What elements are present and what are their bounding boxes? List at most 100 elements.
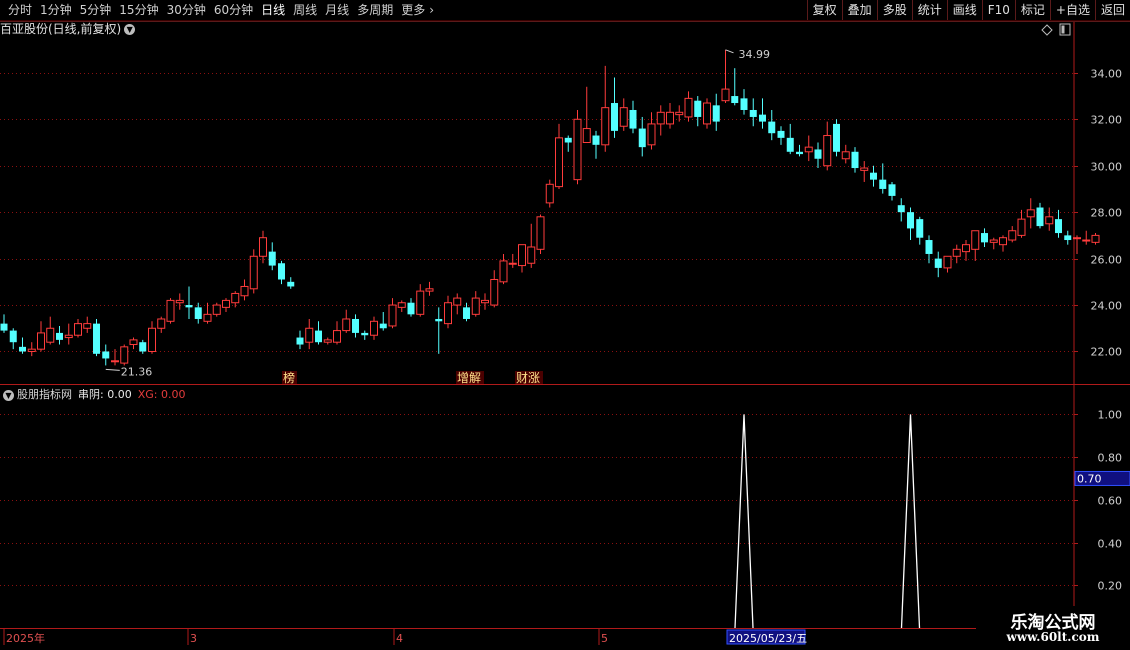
candlestick <box>499 253 508 285</box>
candlestick <box>444 295 452 329</box>
candlestick <box>1082 230 1091 245</box>
price-tick-label: 26.00 <box>1091 254 1123 267</box>
indicator-tick-label: 0.80 <box>1098 452 1123 465</box>
candlestick <box>222 298 230 313</box>
candlestick <box>148 321 156 354</box>
chevron-down-icon[interactable]: ▼ <box>124 23 136 35</box>
candle-body <box>296 337 304 345</box>
candlestick <box>1064 230 1072 245</box>
candlestick <box>870 165 877 187</box>
period-tab[interactable]: 30分钟 <box>163 0 210 20</box>
candlestick <box>611 77 618 138</box>
candlestick <box>934 251 942 278</box>
event-marker[interactable]: 财涨 <box>515 370 543 385</box>
price-tick-label: 34.00 <box>1091 68 1123 81</box>
period-tab[interactable]: 周线 <box>289 0 321 20</box>
watermark-url: www.60lt.com <box>1006 630 1100 644</box>
candlestick <box>352 314 359 338</box>
period-tab[interactable]: 更多 <box>397 0 429 20</box>
candlestick <box>166 298 175 324</box>
period-tab[interactable]: 15分钟 <box>115 0 162 20</box>
stock-name[interactable]: 百亚股份(日线,前复权) <box>0 21 121 37</box>
candle-body <box>555 137 563 188</box>
candle-body <box>333 330 341 343</box>
candle-body <box>508 262 517 265</box>
candle-body <box>74 323 82 336</box>
candle-body <box>1091 234 1100 243</box>
candle-body <box>19 346 26 352</box>
candlestick <box>129 337 138 350</box>
tool-button[interactable]: 统计 <box>911 0 947 20</box>
period-tab[interactable]: 5分钟 <box>76 0 116 20</box>
cursor-date-box <box>726 629 806 645</box>
event-marker[interactable]: 增解 <box>456 371 484 385</box>
candlestick <box>1055 209 1062 238</box>
candlestick <box>703 98 711 129</box>
tool-button[interactable]: 返回 <box>1094 0 1130 20</box>
candlestick <box>388 298 397 329</box>
candle-body <box>962 244 970 253</box>
candle-body <box>352 318 359 333</box>
period-tab[interactable]: 1分钟 <box>36 0 76 20</box>
chevron-down-icon[interactable]: ▼ <box>3 389 14 401</box>
candlestick <box>777 126 785 145</box>
indicator-tick-label: 0.60 <box>1098 495 1123 508</box>
candlestick <box>823 121 832 171</box>
candle-body <box>185 305 193 308</box>
event-marker-bg <box>282 371 297 384</box>
candlestick <box>536 214 545 254</box>
tool-button[interactable]: 叠加 <box>841 0 877 20</box>
tool-button[interactable]: 画线 <box>946 0 982 20</box>
candlestick <box>9 328 17 350</box>
candlestick <box>453 293 462 315</box>
candlestick <box>814 142 822 169</box>
candle-body <box>833 123 840 152</box>
event-marker-label: 财涨 <box>516 370 540 385</box>
candlestick <box>841 144 850 164</box>
period-tab[interactable]: 日线 <box>257 0 289 20</box>
chevron-right-icon[interactable]: › <box>429 0 438 20</box>
candlestick <box>185 286 193 319</box>
tool-button[interactable]: 多股 <box>876 0 912 20</box>
diamond-icon[interactable] <box>1041 24 1053 36</box>
period-tab[interactable]: 多周期 <box>353 0 397 20</box>
candle-body <box>27 348 36 352</box>
candle-body <box>139 342 147 352</box>
period-tab[interactable]: 分时 <box>4 0 36 20</box>
high-arrow <box>725 49 734 54</box>
tool-button[interactable]: 复权 <box>806 0 842 20</box>
candlestick <box>1036 202 1044 229</box>
candle-body <box>259 237 267 257</box>
tool-button[interactable]: +自选 <box>1049 0 1095 20</box>
candle-body <box>1073 237 1081 240</box>
candlestick <box>684 91 693 122</box>
candle-body <box>435 318 443 322</box>
candle-body <box>601 107 610 146</box>
tool-button[interactable]: F10 <box>981 0 1015 20</box>
candlestick <box>278 260 285 285</box>
candlestick <box>518 244 526 273</box>
candlestick <box>268 242 276 271</box>
window-icon[interactable] <box>1059 23 1071 36</box>
period-tab[interactable]: 月线 <box>321 0 353 20</box>
candlestick <box>952 244 961 264</box>
candle-body <box>860 167 869 171</box>
candlestick <box>573 109 582 185</box>
candlestick <box>19 337 26 354</box>
indicator-series <box>734 414 921 629</box>
candle-body <box>1055 219 1062 234</box>
period-tabs: 分时 1分钟 5分钟 15分钟 30分钟 60分钟 日线 周线 月线 多周期 更多 › <box>4 0 438 20</box>
tool-button[interactable]: 标记 <box>1014 0 1050 20</box>
candle-body <box>1036 207 1044 227</box>
candlestick <box>1091 233 1100 245</box>
period-tab[interactable]: 60分钟 <box>210 0 257 20</box>
candle-body <box>777 130 785 138</box>
candle-body <box>120 346 129 364</box>
indicator-name[interactable]: 股朋指标网 <box>17 387 72 403</box>
candle-body <box>1017 218 1026 236</box>
time-label: 5 <box>601 632 608 645</box>
event-marker-label: 增解 <box>457 371 481 385</box>
candlestick <box>407 298 415 317</box>
candlestick <box>212 302 221 317</box>
event-marker[interactable]: 榜 <box>282 370 297 385</box>
